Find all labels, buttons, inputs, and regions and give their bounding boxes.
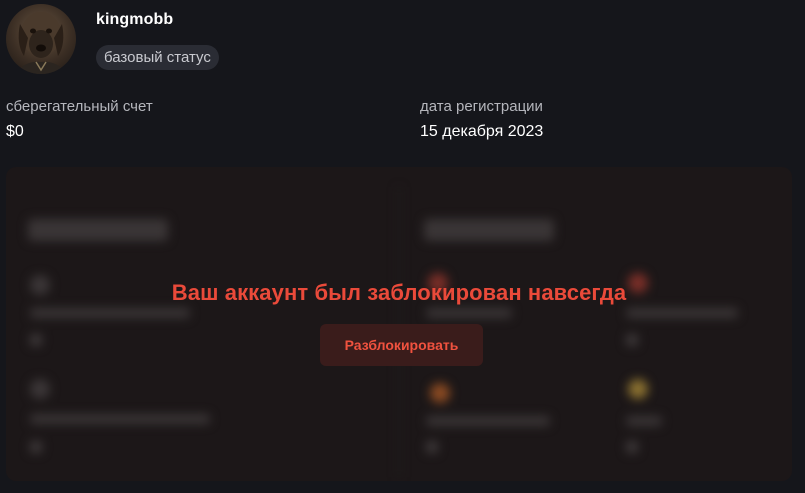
- savings-value: $0: [6, 123, 24, 140]
- ban-message: Ваш аккаунт был заблокирован навсегда: [171, 280, 627, 305]
- status-badge: базовый статус: [96, 45, 219, 70]
- dog-portrait-icon: [14, 12, 68, 74]
- savings-stat: сберегательный счет $0: [6, 98, 153, 141]
- account-lock-overlay: Ваш аккаунт был заблокирован навсегда Ра…: [6, 167, 792, 481]
- savings-label: сберегательный счет: [6, 98, 153, 115]
- avatar: [6, 4, 76, 74]
- username: kingmobb: [96, 11, 174, 28]
- registration-stat: дата регистрации 15 декабря 2023: [420, 98, 543, 141]
- registration-label: дата регистрации: [420, 98, 543, 115]
- registration-value: 15 декабря 2023: [420, 123, 544, 140]
- unlock-button[interactable]: Разблокировать: [320, 324, 483, 366]
